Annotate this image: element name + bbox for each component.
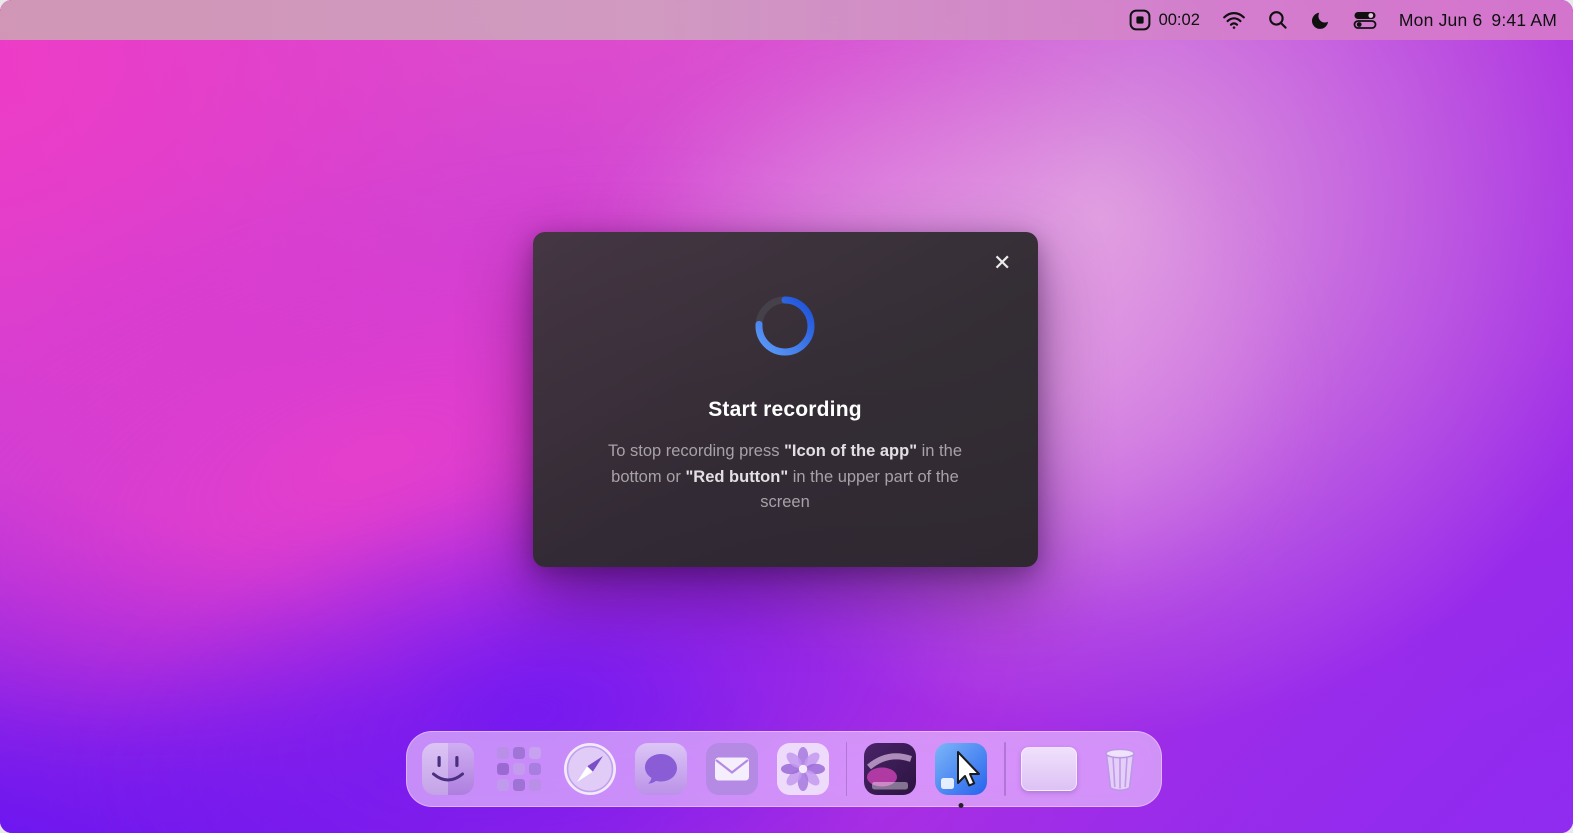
body-segment-bold: "Icon of the app": [784, 442, 918, 460]
trash-icon[interactable]: [1091, 741, 1147, 797]
dialog-body-text: To stop recording press "Icon of the app…: [586, 439, 984, 516]
recording-timer: 00:02: [1158, 10, 1200, 29]
search-icon: [1268, 10, 1288, 30]
safari-icon[interactable]: [561, 741, 617, 797]
minimized-window-icon[interactable]: [1020, 741, 1077, 797]
start-recording-dialog: ✕ Start recording To stop recording pres…: [532, 232, 1038, 567]
mail-icon[interactable]: [703, 741, 759, 797]
close-icon[interactable]: ✕: [993, 252, 1011, 274]
moon-icon: [1310, 10, 1331, 31]
dock-separator: [1003, 742, 1006, 796]
menu-bar: 00:02 Mon Jun 6 9:41 AM: [0, 0, 1573, 40]
focus-menu[interactable]: [1310, 10, 1331, 31]
dock-separator: [845, 742, 847, 796]
minimized-window-thumbnail: [1020, 747, 1077, 791]
menu-bar-time: 9:41 AM: [1491, 9, 1557, 30]
wifi-menu[interactable]: [1222, 10, 1246, 30]
wifi-icon: [1222, 10, 1246, 30]
menu-bar-date: Mon Jun 6: [1398, 9, 1483, 30]
screen-recorder-icon[interactable]: [933, 741, 989, 808]
loading-spinner: [532, 232, 1037, 361]
body-segment-bold: "Red button": [685, 467, 789, 486]
finder-icon[interactable]: [419, 741, 475, 797]
control-center-icon: [1353, 10, 1377, 30]
dialog-title: Start recording: [708, 398, 862, 421]
control-center-menu[interactable]: [1353, 10, 1377, 30]
spotlight-menu[interactable]: [1268, 10, 1288, 30]
active-app-indicator: [958, 803, 964, 808]
body-segment: To stop recording press: [607, 442, 785, 460]
menu-bar-clock[interactable]: Mon Jun 6 9:41 AM: [1399, 10, 1557, 31]
dock: [405, 731, 1162, 808]
media-thumbnail-icon[interactable]: [862, 741, 918, 797]
launchpad-icon[interactable]: [490, 741, 546, 797]
body-segment: in the upper part of the screen: [760, 467, 959, 512]
messages-icon[interactable]: [632, 741, 688, 797]
desktop-screen: 00:02 Mon Jun 6 9:41 AM ✕ Start recordin…: [0, 0, 1573, 833]
photos-icon[interactable]: [774, 741, 830, 797]
stop-recording-icon[interactable]: [1129, 9, 1151, 31]
recording-status[interactable]: 00:02: [1129, 9, 1200, 31]
